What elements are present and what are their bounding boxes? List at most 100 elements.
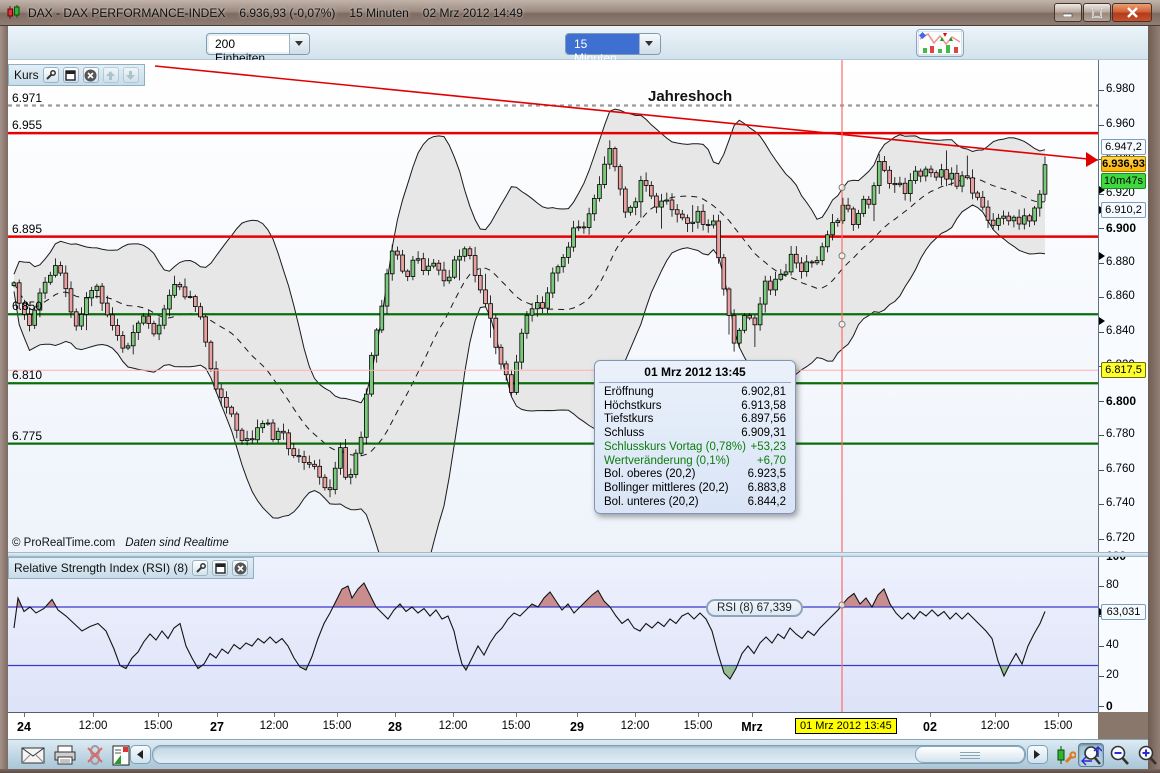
axis-tick: [1099, 125, 1104, 126]
axis-value-box: 10m47s: [1101, 173, 1146, 189]
time-tick-label: 27: [189, 720, 245, 734]
time-axis[interactable]: 2412:0015:002712:0015:002812:0015:002912…: [8, 712, 1098, 739]
time-tick-label: 24: [0, 720, 52, 734]
move-up-icon[interactable]: [103, 67, 119, 83]
time-tick: [995, 713, 996, 717]
tooltip-row-value: +53,23: [751, 441, 787, 455]
rsi-chart[interactable]: [0, 556, 1098, 713]
time-tick-label: 15:00: [309, 720, 365, 732]
level-price-label: 6.955: [12, 118, 42, 132]
time-tick: [635, 713, 636, 717]
window-icon[interactable]: [63, 67, 79, 83]
time-tick: [274, 713, 275, 717]
time-tick: [577, 713, 578, 717]
time-tick-label: 12:00: [246, 720, 302, 732]
time-tick: [752, 713, 753, 717]
scroll-right-button[interactable]: [1027, 745, 1048, 764]
axis-marker-arrow: [1099, 317, 1105, 325]
axis-tick: [1099, 539, 1104, 540]
tooltip-row-value: 6.913,58: [741, 400, 786, 414]
print-icon[interactable]: [52, 743, 78, 767]
level-price-label: 6.895: [12, 222, 42, 236]
window-icon[interactable]: [212, 560, 228, 576]
email-icon[interactable]: [20, 743, 46, 767]
tooltip-row-value: 6.883,8: [748, 482, 786, 496]
bollinger-cursor-marker: [839, 185, 845, 191]
time-tick-label: Mrz: [724, 720, 780, 734]
price-axis[interactable]: 6.9806.9606.9406.9206.9006.8806.8606.840…: [1098, 60, 1148, 712]
axis-marker-arrow: [1099, 252, 1105, 260]
tooltip-row: Schlusskurs Vortag (0,78%) +53,23: [595, 441, 795, 455]
axis-tick: [1099, 263, 1104, 264]
time-tick: [1058, 713, 1059, 717]
tooltip-row-label: Schluss: [604, 427, 644, 441]
price-panel-title: Kurs: [14, 68, 39, 82]
scrollbar-thumb[interactable]: [915, 746, 1025, 763]
tooltip-row-label: Tiefstkurs: [604, 413, 653, 427]
axis-tick-label: 20: [1106, 669, 1119, 681]
zoom-select-button[interactable]: [1078, 743, 1104, 767]
bollinger-cursor-marker: [839, 253, 845, 259]
axis-tick-label: 6.960: [1106, 118, 1135, 130]
time-tick-label: 12:00: [65, 720, 121, 732]
time-tick-label: 29: [549, 720, 605, 734]
time-tick-label: 15:00: [1030, 720, 1086, 732]
tooltip-row-value: 6.897,56: [741, 413, 786, 427]
tooltip-row-value: 6.844,2: [748, 496, 786, 510]
time-tick-label: 02: [902, 720, 958, 734]
rsi-value-label[interactable]: RSI (8) 67,339: [706, 599, 803, 617]
time-tick-label: 15:00: [130, 720, 186, 732]
tooltip-row-label: Bol. oberes (20,2): [604, 468, 695, 482]
tooltip-row-value: +6,70: [757, 455, 786, 469]
close-icon[interactable]: [232, 560, 248, 576]
axis-tick: [1099, 401, 1104, 402]
time-tick: [453, 713, 454, 717]
tooltip-row-label: Eröffnung: [604, 386, 654, 400]
rsi-cursor-marker: [839, 602, 845, 608]
axis-tick: [1099, 706, 1104, 707]
wrench-icon[interactable]: [192, 560, 208, 576]
axis-tick-label: 6.740: [1106, 497, 1135, 509]
chart-settings-icon[interactable]: [1052, 743, 1078, 767]
tooltip-row-value: 6.909,31: [741, 427, 786, 441]
wrench-icon[interactable]: [43, 67, 59, 83]
scroll-left-button[interactable]: [130, 745, 151, 764]
copyright-note: © ProRealTime.comDaten sind Realtime: [12, 537, 229, 549]
axis-tick-label: 6.880: [1106, 256, 1135, 268]
tooltip-row: Eröffnung 6.902,81: [595, 386, 795, 400]
tooltip-row-label: Bol. unteres (20,2): [604, 496, 699, 510]
tooltip-row-label: Schlusskurs Vortag (0,78%): [604, 441, 746, 455]
tooltip-row-label: Bollinger mittleres (20,2): [604, 482, 729, 496]
close-icon[interactable]: [83, 67, 99, 83]
time-tick: [217, 713, 218, 717]
axis-value-box: 6.817,5: [1101, 362, 1146, 378]
level-price-label: 6.971: [12, 91, 42, 105]
window-frame: [0, 769, 1160, 773]
move-down-icon[interactable]: [123, 67, 139, 83]
axis-tick: [1099, 586, 1104, 587]
tooltip-row-value: 6.902,81: [741, 386, 786, 400]
axis-tick-label: 80: [1106, 579, 1119, 591]
window-frame: [0, 26, 8, 773]
unlink-icon[interactable]: [82, 743, 108, 767]
zoom-out-button[interactable]: [1106, 743, 1132, 767]
axis-tick: [1099, 504, 1104, 505]
axis-tick-label: 6.900: [1106, 221, 1136, 235]
window-frame: [1148, 26, 1160, 773]
tooltip-title: 01 Mrz 2012 13:45: [599, 363, 791, 383]
time-tick: [93, 713, 94, 717]
axis-tick: [1099, 646, 1104, 647]
tooltip-row: Wertveränderung (0,1%)+6,70: [595, 455, 795, 469]
level-price-label: 6.775: [12, 429, 42, 443]
time-tick: [395, 713, 396, 717]
axis-value-box: 63,031: [1101, 604, 1146, 620]
axis-tick-label: 6.840: [1106, 325, 1135, 337]
close-button[interactable]: [1112, 3, 1152, 22]
axis-tick-label: 6.780: [1106, 428, 1135, 440]
zoom-in-button[interactable]: [1134, 743, 1160, 767]
tooltip-row: Schluss 6.909,31: [595, 427, 795, 441]
axis-tick-label: 0: [1106, 699, 1113, 713]
chart-scrollbar[interactable]: [152, 745, 1026, 764]
price-chart[interactable]: Jahreshoch: [0, 0, 1098, 553]
bottom-toolbar: [8, 739, 1148, 769]
